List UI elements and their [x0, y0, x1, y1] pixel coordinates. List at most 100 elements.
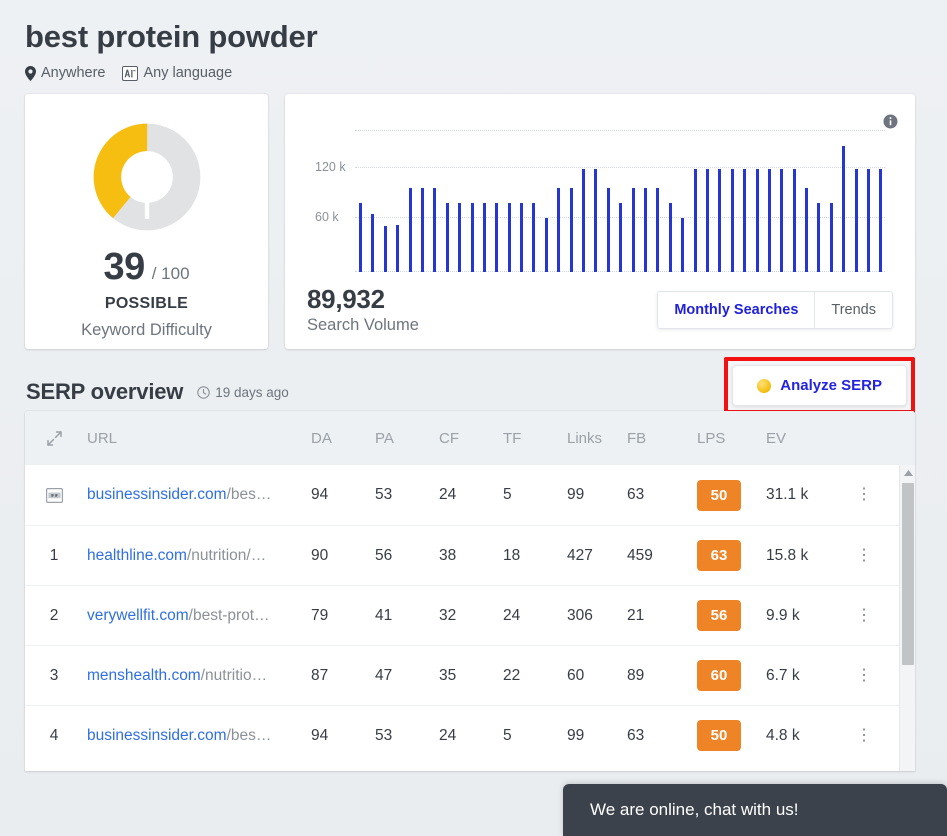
kebab-menu-icon[interactable]: ⋮	[856, 667, 872, 684]
language-filter[interactable]: Any language	[122, 65, 232, 81]
serp-age-label: 19 days ago	[215, 384, 289, 400]
page-title: best protein powder	[25, 19, 318, 54]
row-actions-button[interactable]: ⋮	[844, 547, 884, 565]
row-url[interactable]: businessinsider.com/bes…	[83, 727, 311, 745]
chart-bar	[767, 169, 771, 273]
row-url-domain[interactable]: businessinsider.com	[87, 727, 227, 744]
kebab-menu-icon[interactable]: ⋮	[856, 547, 872, 564]
row-url[interactable]: menshealth.com/nutritio…	[83, 667, 311, 685]
page-header: best protein powder Anywhere Any languag…	[0, 0, 947, 81]
language-icon	[122, 65, 139, 81]
row-da: 94	[311, 486, 329, 504]
featured-snippet-icon	[45, 487, 63, 503]
bar-series	[359, 122, 883, 273]
column-header-tf[interactable]: TF	[503, 430, 567, 447]
table-row[interactable]: 2 verywellfit.com/best-prot… 79 41 32 24 306 21…	[25, 585, 915, 645]
expand-table-button[interactable]	[25, 430, 83, 446]
row-pa: 47	[375, 666, 393, 684]
location-filter[interactable]: Anywhere	[25, 65, 105, 81]
keyword-difficulty-donut	[92, 122, 202, 232]
row-pa: 53	[375, 486, 393, 504]
row-url[interactable]: businessinsider.com/bes…	[83, 486, 311, 504]
kebab-menu-icon[interactable]: ⋮	[856, 486, 872, 503]
row-ev: 4.8 k	[766, 726, 800, 744]
chart-bar	[718, 169, 722, 273]
chart-bar	[470, 202, 474, 273]
analyze-serp-button[interactable]: Analyze SERP	[732, 365, 907, 407]
row-lps: 50	[697, 720, 766, 752]
row-actions-button[interactable]: ⋮	[844, 727, 884, 745]
chart-bar	[705, 169, 709, 273]
column-header-fb[interactable]: FB	[627, 430, 697, 447]
chart-bar	[854, 169, 858, 273]
chat-widget[interactable]: We are online, chat with us!	[563, 784, 947, 836]
row-cf: 32	[439, 606, 457, 624]
serp-overview-title: SERP overview	[26, 379, 184, 405]
status-badge: 60	[697, 660, 741, 692]
chart-bar	[805, 187, 809, 273]
row-lps: 50	[697, 479, 766, 511]
chart-bar	[693, 169, 697, 273]
scrollbar-thumb[interactable]	[902, 483, 914, 666]
column-header-lps[interactable]: LPS	[697, 430, 766, 447]
analyze-serp-label: Analyze SERP	[780, 377, 882, 395]
row-url[interactable]: healthline.com/nutrition/…	[83, 547, 311, 565]
row-pa: 56	[375, 546, 393, 564]
chart-bar	[631, 187, 635, 273]
search-volume-value: 89,932	[307, 283, 385, 314]
row-lps: 60	[697, 660, 766, 692]
scroll-up-arrow-icon[interactable]	[900, 465, 915, 481]
row-tf: 18	[503, 546, 521, 564]
chart-bar	[520, 202, 524, 273]
chart-bar	[681, 217, 685, 273]
row-actions-button[interactable]: ⋮	[844, 607, 884, 625]
chart-bar	[780, 169, 784, 273]
row-url-domain[interactable]: businessinsider.com	[87, 486, 227, 503]
chart-bar	[544, 217, 548, 273]
serp-overview-header: SERP overview 19 days ago Analyze SERP	[0, 349, 947, 415]
table-row[interactable]: businessinsider.com/bes… 94 53 24 5 99 63 50 31.…	[25, 465, 915, 525]
kebab-menu-icon[interactable]: ⋮	[856, 727, 872, 744]
row-url-domain[interactable]: menshealth.com	[87, 667, 201, 684]
kd-score-denominator: / 100	[151, 264, 190, 284]
column-header-da[interactable]: DA	[311, 430, 375, 447]
column-header-links[interactable]: Links	[567, 430, 627, 447]
row-tf: 22	[503, 666, 521, 684]
row-fb: 63	[627, 726, 645, 744]
row-actions-button[interactable]: ⋮	[844, 667, 884, 685]
tab-monthly-searches[interactable]: Monthly Searches	[658, 292, 815, 329]
row-actions-button[interactable]: ⋮	[844, 486, 884, 504]
serp-freshness: 19 days ago	[197, 385, 289, 400]
search-volume-caption: Search Volume	[307, 316, 419, 335]
chart-bar	[730, 169, 734, 273]
table-row[interactable]: 3 menshealth.com/nutritio… 87 47 35 22 60 89 60 6…	[25, 645, 915, 705]
keyword-meta: Anywhere Any language	[25, 65, 947, 81]
chart-bar	[458, 202, 462, 273]
row-fb: 89	[627, 666, 645, 684]
column-header-pa[interactable]: PA	[375, 430, 439, 447]
row-url-domain[interactable]: healthline.com	[87, 547, 187, 564]
table-row[interactable]: 4 businessinsider.com/bes… 94 53 24 5 99 63 50 4.…	[25, 705, 915, 765]
language-label: Any language	[143, 65, 233, 82]
ytick-120k: 120 k	[315, 160, 346, 175]
row-url-path: /bes…	[226, 486, 272, 504]
row-links: 306	[567, 606, 593, 624]
row-url[interactable]: verywellfit.com/best-prot…	[83, 607, 311, 625]
row-pa: 53	[375, 726, 393, 744]
row-lps: 63	[697, 540, 766, 572]
chart-bar	[408, 187, 412, 273]
table-scrollbar[interactable]	[899, 465, 915, 772]
chart-bar	[420, 187, 424, 273]
kebab-menu-icon[interactable]: ⋮	[856, 607, 872, 624]
chart-bar	[582, 169, 586, 273]
column-header-ev[interactable]: EV	[766, 430, 844, 447]
table-row[interactable]: 1 healthline.com/nutrition/… 90 56 38 18 427 45…	[25, 525, 915, 585]
row-url-path: /nutritio…	[200, 666, 268, 684]
chat-widget-message: We are online, chat with us!	[590, 800, 799, 819]
row-fb: 63	[627, 486, 645, 504]
row-url-domain[interactable]: verywellfit.com	[87, 607, 189, 624]
tab-trends[interactable]: Trends	[814, 292, 892, 329]
chart-bar	[507, 202, 511, 273]
column-header-url[interactable]: URL	[83, 430, 311, 447]
column-header-cf[interactable]: CF	[439, 430, 503, 447]
